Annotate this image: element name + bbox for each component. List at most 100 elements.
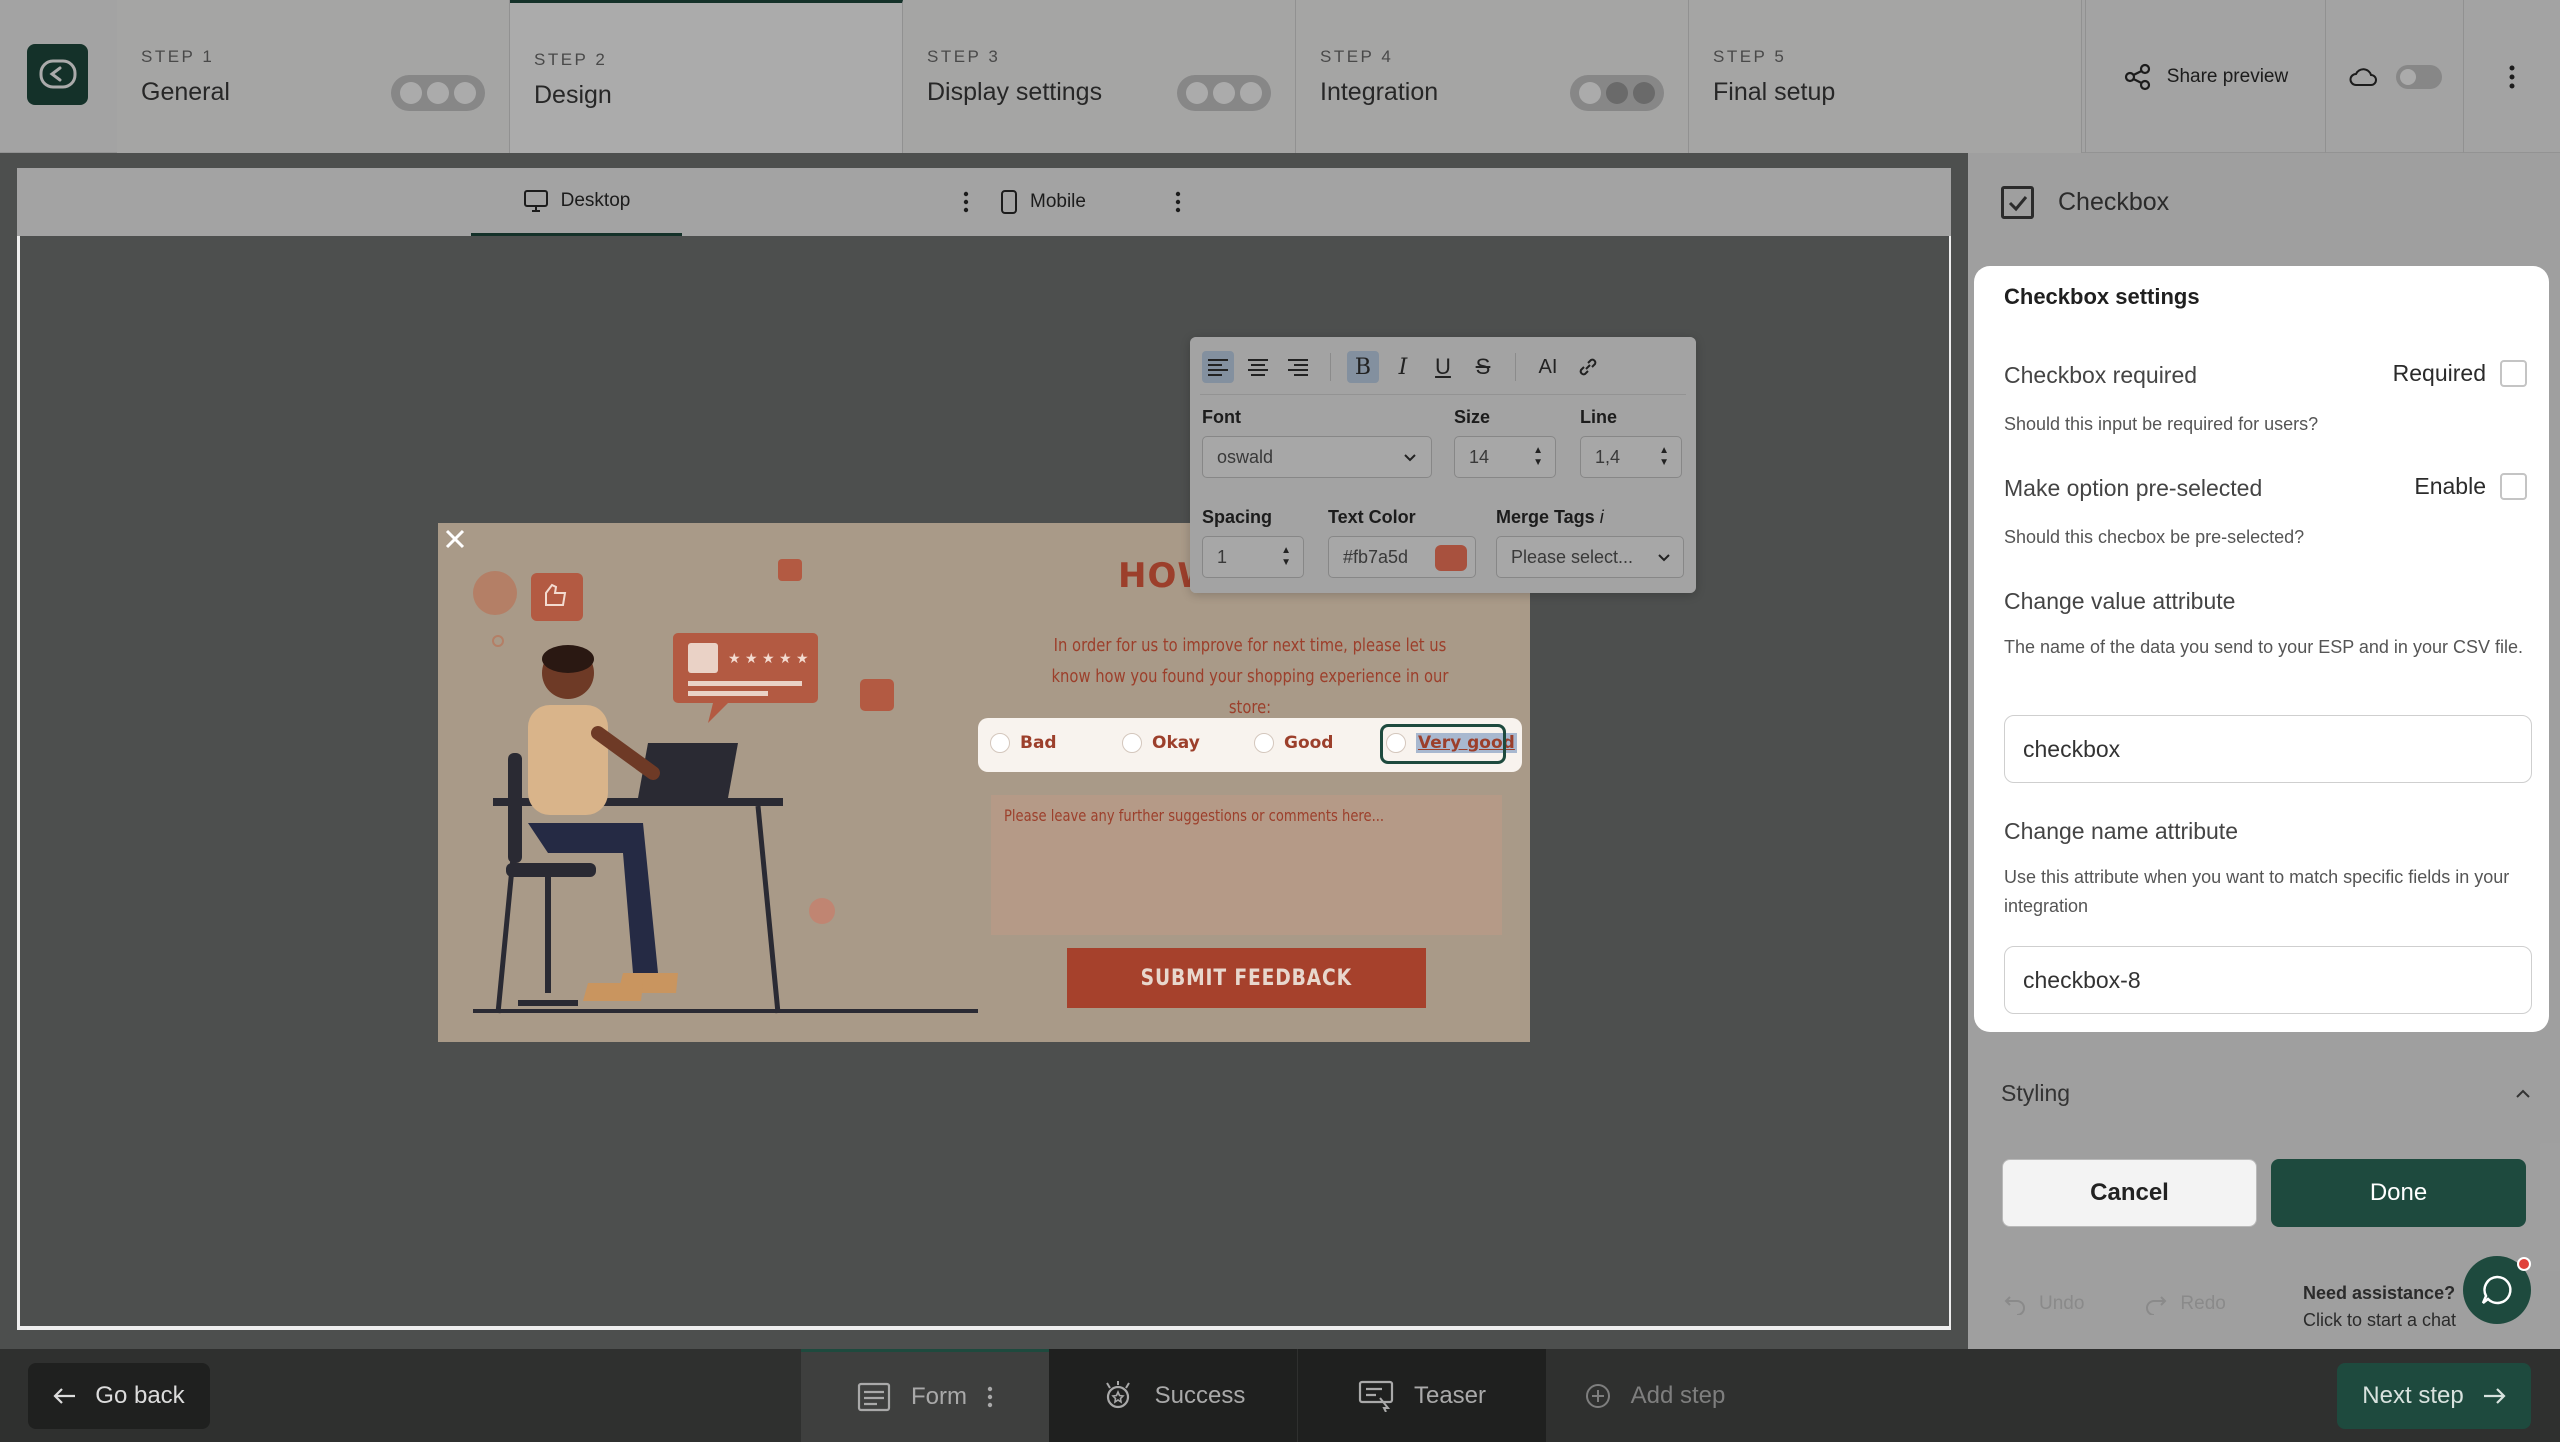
required-help: Should this input be required for users?	[2004, 414, 2319, 434]
notification-dot	[2517, 1257, 2531, 1271]
tab-success[interactable]: Success	[1049, 1349, 1297, 1442]
assist-subtitle: Click to start a chat	[2303, 1310, 2457, 1330]
award-icon	[1105, 1380, 1130, 1408]
step-status-dots	[1177, 75, 1271, 111]
step-number: STEP 2	[534, 50, 608, 69]
step-number: STEP 4	[1320, 47, 1394, 66]
radio-icon	[990, 733, 1010, 753]
name-attr-input[interactable]: checkbox-8	[2004, 946, 2532, 1014]
required-checkbox[interactable]	[2500, 360, 2527, 387]
value-attr-help: The name of the data you send to your ES…	[2004, 637, 2523, 657]
kebab-icon	[2509, 65, 2515, 88]
popup-close-icon[interactable]	[443, 527, 467, 551]
assist-title: Need assistance?	[2303, 1283, 2456, 1303]
undo-label: Undo	[2039, 1293, 2085, 1314]
required-toggle[interactable]: Required	[2393, 360, 2527, 387]
option-good[interactable]: Good	[1254, 733, 1333, 753]
step-integration[interactable]: STEP 4 Integration	[1296, 0, 1689, 153]
selected-option-outline	[1380, 724, 1506, 764]
styling-section-toggle[interactable]: Styling	[2001, 1080, 2531, 1107]
share-icon	[2124, 63, 2150, 90]
chevron-up-icon	[2516, 1089, 2530, 1098]
step-title: Integration	[1320, 78, 1439, 106]
step-display-settings[interactable]: STEP 3 Display settings	[903, 0, 1296, 153]
checkbox-settings-card: Checkbox settings Checkbox required Requ…	[1974, 266, 2549, 1032]
submit-label: SUBMIT FEEDBACK	[1140, 965, 1353, 991]
step-status-dots	[1570, 75, 1664, 111]
step-general[interactable]: STEP 1 General	[117, 0, 510, 153]
step-number: STEP 3	[927, 47, 1001, 66]
step-final-setup[interactable]: STEP 5 Final setup	[1689, 0, 2082, 153]
step-design[interactable]: STEP 2 Design	[510, 0, 903, 153]
add-step-label: Add step	[1630, 1381, 1726, 1409]
preselect-toggle-label: Enable	[2414, 473, 2486, 499]
step-status-dots	[391, 75, 485, 111]
cancel-button[interactable]: Cancel	[2002, 1159, 2257, 1227]
tab-success-label: Success	[1154, 1381, 1246, 1409]
step-number: STEP 1	[141, 47, 215, 66]
preselect-toggle[interactable]: Enable	[2414, 473, 2527, 500]
next-step-button[interactable]: Next step	[2337, 1363, 2531, 1429]
value-attr-input[interactable]: checkbox	[2004, 715, 2532, 783]
name-attr-label: Change name attribute	[2004, 818, 2238, 844]
plus-circle-icon	[1585, 1383, 1610, 1408]
more-options-button[interactable]	[2463, 0, 2560, 153]
top-bar: STEP 1 General STEP 2 Design STEP 3 Disp…	[0, 0, 2560, 153]
option-label: Okay	[1152, 733, 1200, 753]
name-attr-help: Use this attribute when you want to matc…	[2004, 867, 2510, 916]
option-okay[interactable]: Okay	[1122, 733, 1200, 753]
radio-icon	[1254, 733, 1274, 753]
tab-teaser-label: Teaser	[1413, 1381, 1487, 1409]
cloud-icon	[2349, 67, 2377, 86]
assistance-text[interactable]: Need assistance? Click to start a chat	[2303, 1280, 2456, 1334]
overlay-dim	[17, 168, 1951, 236]
checkbox-element-icon	[2001, 186, 2034, 219]
tab-teaser[interactable]: Teaser	[1298, 1349, 1546, 1442]
option-label: Bad	[1020, 733, 1057, 753]
done-button[interactable]: Done	[2271, 1159, 2526, 1227]
step-number: STEP 5	[1713, 47, 1787, 66]
redo-label: Redo	[2180, 1293, 2226, 1314]
chat-bubble-logo-icon	[39, 59, 76, 88]
go-back-button[interactable]: Go back	[28, 1363, 210, 1429]
app-logo[interactable]	[27, 44, 88, 105]
tab-form-label: Form	[911, 1383, 967, 1410]
panel-title: Checkbox	[2058, 188, 2170, 216]
step-title: Design	[534, 81, 612, 109]
share-preview-button[interactable]: Share preview	[2085, 0, 2325, 153]
value-attr-label: Change value attribute	[2004, 588, 2236, 614]
add-step-button[interactable]: Add step	[1580, 1349, 1730, 1442]
popup-subtitle[interactable]: In order for us to improve for next time…	[1045, 630, 1455, 723]
card-title: Checkbox settings	[2004, 284, 2200, 309]
redo-button[interactable]: Redo	[2144, 1293, 2226, 1315]
overlay-dim	[1190, 337, 1696, 593]
history-controls: Undo Redo	[2003, 1293, 2226, 1315]
undo-button[interactable]: Undo	[2003, 1293, 2084, 1315]
svg-text:★ ★ ★ ★ ★: ★ ★ ★ ★ ★	[728, 651, 809, 667]
option-label: Good	[1284, 733, 1334, 753]
chat-icon	[2481, 1275, 2512, 1305]
step-title: Final setup	[1713, 78, 1836, 106]
styling-label: Styling	[2001, 1080, 2071, 1106]
required-toggle-label: Required	[2392, 360, 2486, 386]
preselect-checkbox[interactable]	[2500, 473, 2527, 500]
arrow-right-icon	[2483, 1388, 2506, 1404]
step-title: General	[141, 78, 230, 106]
undo-icon	[2004, 1296, 2025, 1315]
autosave-toggle[interactable]	[2395, 64, 2442, 89]
teaser-icon	[1358, 1380, 1394, 1412]
submit-feedback-button[interactable]: SUBMIT FEEDBACK	[1067, 948, 1426, 1008]
kebab-icon[interactable]	[987, 1386, 993, 1408]
option-bad[interactable]: Bad	[990, 733, 1057, 753]
form-icon	[857, 1382, 891, 1412]
radio-icon	[1122, 733, 1142, 753]
preselect-help: Should this checbox be pre-selected?	[2004, 527, 2305, 547]
required-label: Checkbox required	[2004, 362, 2198, 388]
comment-placeholder: Please leave any further suggestions or …	[1004, 806, 1385, 825]
preselect-label: Make option pre-selected	[2004, 475, 2263, 501]
autosave-area	[2325, 0, 2463, 153]
redo-icon	[2146, 1296, 2167, 1315]
panel-header: Checkbox	[2001, 186, 2169, 219]
step-title: Display settings	[927, 78, 1103, 106]
tab-form[interactable]: Form	[801, 1349, 1049, 1442]
